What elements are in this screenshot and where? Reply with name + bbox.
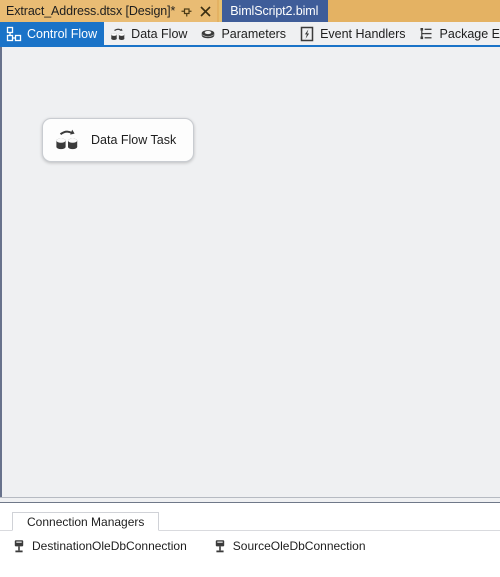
close-icon[interactable] <box>197 2 213 20</box>
connection-managers-tab[interactable]: Connection Managers <box>12 512 160 531</box>
task-label: Data Flow Task <box>91 133 177 147</box>
list-item[interactable]: SourceOleDbConnection <box>187 537 366 555</box>
connection-icon <box>213 539 227 554</box>
task-data-flow-task[interactable]: Data Flow Task <box>42 118 194 162</box>
document-tab-label: BimlScript2.biml <box>230 4 319 18</box>
connection-managers-list: DestinationOleDbConnection SourceOleDbCo… <box>0 537 500 555</box>
tab-package-explorer[interactable]: Package Explorer <box>413 22 500 45</box>
connection-icon <box>12 539 26 554</box>
connection-managers-tab-label: Connection Managers <box>27 514 145 529</box>
pin-icon[interactable] <box>178 2 194 20</box>
tab-parameters[interactable]: Parameters <box>194 22 293 45</box>
connection-label: SourceOleDbConnection <box>232 539 366 553</box>
control-flow-icon <box>6 26 22 42</box>
tab-label: Data Flow <box>131 26 188 41</box>
list-item[interactable]: DestinationOleDbConnection <box>0 537 187 555</box>
package-explorer-icon <box>419 26 435 42</box>
tab-event-handlers[interactable]: Event Handlers <box>293 22 412 45</box>
control-flow-canvas[interactable]: Data Flow Task <box>0 47 500 497</box>
designer-tab-bar: Control Flow Data Flow Parameters Event … <box>0 22 500 47</box>
connection-label: DestinationOleDbConnection <box>32 539 187 553</box>
tab-control-flow[interactable]: Control Flow <box>0 22 105 45</box>
data-flow-task-icon <box>53 126 81 154</box>
document-tab-label: Extract_Address.dtsx [Design]* <box>6 4 176 18</box>
document-tab-extract-address[interactable]: Extract_Address.dtsx [Design]* <box>0 0 218 22</box>
connection-managers-panel: Connection Managers DestinationOleDbConn… <box>0 503 500 577</box>
tab-label: Package Explorer <box>439 26 500 41</box>
document-tab-strip: Extract_Address.dtsx [Design]* BimlScrip… <box>0 0 500 22</box>
tab-label: Event Handlers <box>320 26 406 41</box>
data-flow-icon <box>110 26 126 42</box>
connection-managers-header: Connection Managers <box>0 512 500 531</box>
document-tab-bimlscript2[interactable]: BimlScript2.biml <box>219 0 329 22</box>
event-handlers-icon <box>299 26 315 42</box>
parameters-icon <box>200 26 216 42</box>
tab-label: Parameters <box>221 26 287 41</box>
tab-data-flow[interactable]: Data Flow <box>104 22 194 45</box>
tab-label: Control Flow <box>27 26 98 41</box>
